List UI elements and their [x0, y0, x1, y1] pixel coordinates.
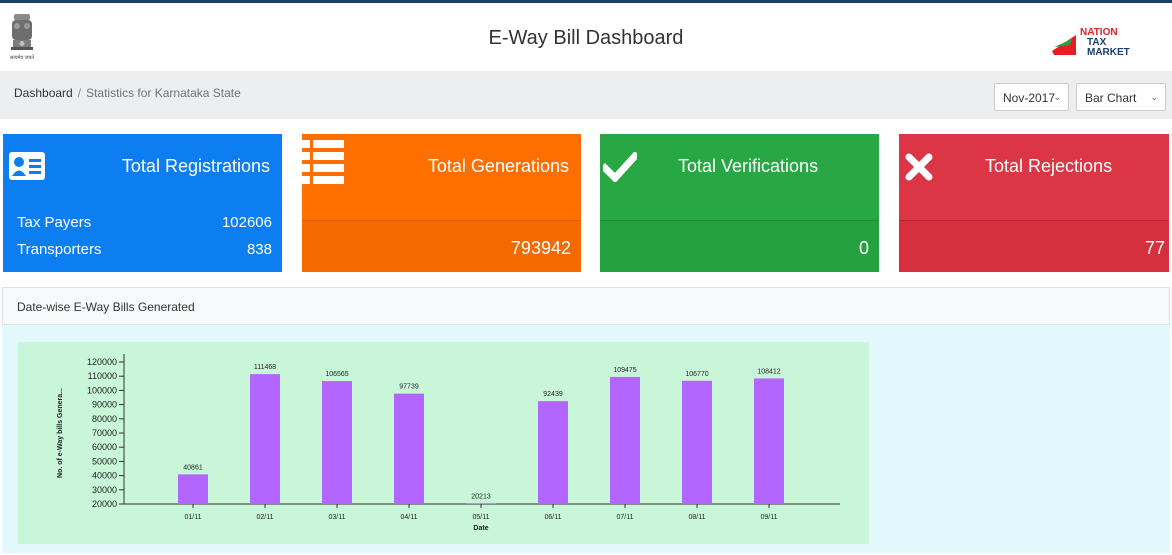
month-select-value: Nov-2017	[1003, 91, 1056, 105]
row-label: Tax Payers	[17, 214, 92, 231]
y-tick-label: 40000	[92, 471, 117, 481]
y-axis-label: No. of e-Way bills Genera...	[57, 388, 64, 478]
breadcrumb-separator: /	[77, 86, 82, 100]
chevron-down-icon: ⌄	[1053, 92, 1061, 102]
card-title: Total Generations	[427, 156, 569, 176]
breadcrumb-bar: Dashboard / Statistics for Karnataka State…	[0, 71, 1172, 119]
panel-header: Date-wise E-Way Bills Generated	[2, 287, 1170, 325]
x-icon	[905, 153, 933, 186]
y-tick-label: 50000	[92, 456, 117, 466]
id-card-icon	[9, 152, 45, 185]
chart-bar	[754, 378, 784, 504]
bar-value-label: 106565	[325, 371, 348, 378]
chart-bar	[394, 393, 424, 504]
y-tick-label: 20000	[92, 499, 117, 509]
x-tick-label: 06/11	[545, 514, 562, 521]
chart-bar	[610, 376, 640, 504]
page-title: E-Way Bill Dashboard	[488, 27, 684, 49]
bar-value-label: 40861	[183, 464, 203, 471]
chart-bar	[682, 380, 712, 504]
list-icon	[302, 138, 344, 193]
brand-line-3: MARKET	[1087, 47, 1130, 57]
chart-bar	[322, 381, 352, 504]
bar-chart: 20000 30000 40000 50000 60000 70000 80000 90000…	[57, 354, 840, 532]
bar-value-label: 108412	[757, 368, 780, 375]
chart-bar	[538, 401, 568, 504]
chevron-down-icon: ⌄	[1150, 92, 1158, 102]
month-select[interactable]: Nov-2017 ⌄	[994, 83, 1069, 111]
y-tick-label: 90000	[92, 400, 117, 410]
card-value: 0	[858, 238, 869, 258]
y-tick-label: 80000	[92, 414, 117, 424]
y-tick-label: 70000	[92, 428, 117, 438]
panel-title: Date-wise E-Way Bills Generated	[17, 300, 195, 314]
chart-bar	[178, 474, 208, 504]
x-tick-label: 03/11	[329, 514, 346, 521]
x-tick-label: 09/11	[761, 514, 778, 521]
emblem-caption: सत्यमेव जयते	[10, 54, 34, 61]
x-tick-label: 02/11	[257, 514, 274, 521]
rejections-card: Total Rejections 77	[899, 134, 1169, 272]
card-title: Total Verifications	[678, 156, 819, 176]
breadcrumb: Dashboard / Statistics for Karnataka State	[14, 86, 241, 100]
row-value: 838	[246, 241, 272, 258]
bar-value-label: 106770	[685, 371, 708, 378]
card-title: Total Rejections	[985, 156, 1113, 176]
x-tick-label: 07/11	[617, 514, 634, 521]
x-tick-label: 01/11	[185, 514, 202, 521]
bar-value-label: 109475	[613, 367, 636, 374]
breadcrumb-home-link[interactable]: Dashboard	[14, 86, 73, 100]
header: सत्यमेव जयते E-Way Bill Dashboard NATION…	[0, 3, 1172, 71]
y-tick-label: 100000	[87, 385, 117, 395]
chart-type-select[interactable]: Bar Chart ⌄	[1076, 83, 1166, 111]
x-axis-label: Date	[473, 525, 488, 532]
row-label: Transporters	[17, 241, 102, 258]
bar-value-label: 20213	[471, 494, 491, 501]
y-tick-label: 110000	[88, 371, 117, 381]
y-tick-label: 30000	[92, 485, 117, 495]
chart-bar	[250, 374, 280, 504]
y-tick-label: 120000	[87, 357, 117, 367]
x-tick-label: 08/11	[689, 514, 706, 521]
card-value: 793942	[510, 238, 571, 258]
chart-container: 20000 30000 40000 50000 60000 70000 80000 90000…	[18, 342, 869, 544]
checkmark-icon	[600, 151, 640, 187]
bar-value-label: 92439	[543, 391, 563, 398]
breadcrumb-current: Statistics for Karnataka State	[86, 86, 241, 100]
bar-value-label: 97739	[399, 384, 419, 391]
verifications-card: Total Verifications 0	[600, 134, 879, 272]
brand-logo-icon[interactable]: NATION TAX MARKET	[1050, 25, 1162, 58]
bar-value-label: 111468	[254, 364, 276, 371]
registrations-card: Total Registrations Tax Payers 102606 Tr…	[3, 134, 282, 272]
chart-type-select-value: Bar Chart	[1085, 91, 1137, 105]
x-tick-label: 05/11	[473, 514, 490, 521]
card-title: Total Registrations	[121, 156, 270, 176]
row-value: 102606	[221, 214, 272, 231]
generations-card: Total Generations 793942	[302, 134, 581, 272]
y-tick-label: 60000	[92, 442, 117, 452]
card-value: 77	[1144, 238, 1165, 258]
x-tick-label: 04/11	[401, 514, 418, 521]
